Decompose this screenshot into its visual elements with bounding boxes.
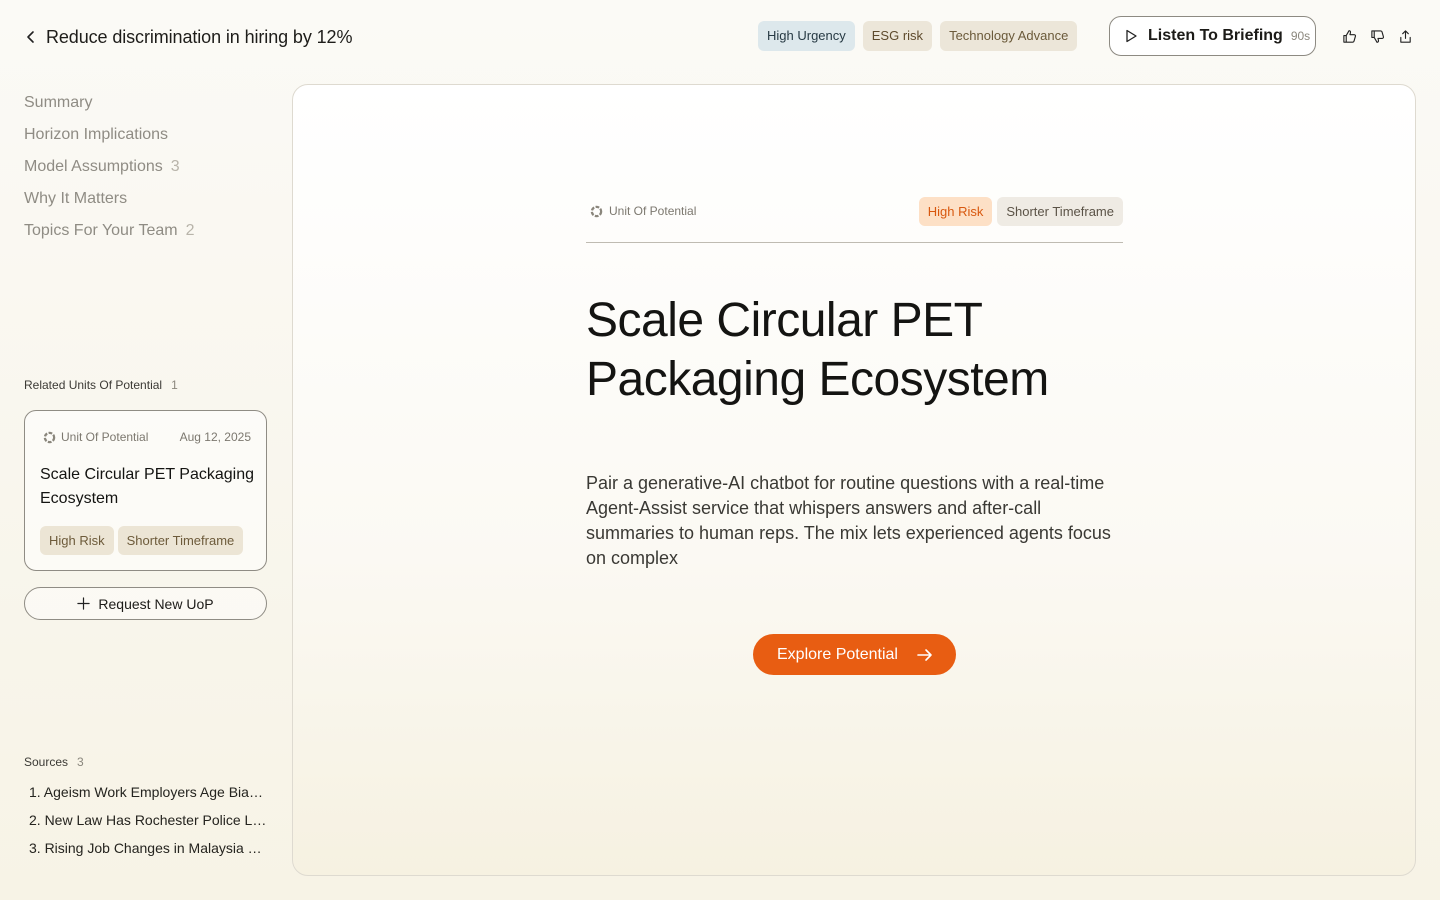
related-heading-label: Related Units Of Potential [24, 378, 163, 392]
listen-duration: 90s [1290, 29, 1311, 43]
uop-description: Pair a generative-AI chatbot for routine… [586, 473, 1111, 568]
sources-heading-label: Sources [24, 755, 69, 769]
share-icon [1399, 29, 1411, 43]
request-label: Request New UoP [98, 595, 214, 612]
source-link[interactable]: 1. Ageism Work Employers Age Bias Hiring [29, 781, 267, 809]
nav-horizon-implications[interactable]: Horizon Implications [24, 124, 194, 156]
sources-list: 1. Ageism Work Employers Age Bias Hiring… [29, 781, 267, 865]
play-icon [1126, 29, 1137, 43]
card-date: Aug 12, 2025 [179, 430, 251, 444]
nav-why-it-matters[interactable]: Why It Matters [24, 188, 194, 220]
card-meta: Unit Of Potential Aug 12, 2025 [43, 430, 251, 444]
nav-count: 2 [185, 222, 195, 239]
card-title: Scale Circular PET Packaging Ecosystem [40, 466, 255, 507]
related-count: 1 [171, 378, 178, 392]
share-button[interactable] [1397, 27, 1413, 45]
card-type-label: Unit Of Potential [61, 430, 149, 444]
technology-chip: Technology Advance [940, 21, 1078, 51]
listen-label: Listen To Briefing [1148, 27, 1283, 44]
risk-tag: High Risk [918, 197, 993, 226]
timeframe-tag: Shorter Timeframe [997, 197, 1123, 226]
timeframe-tag: Shorter Timeframe [117, 526, 244, 555]
explore-label: Explore Potential [777, 645, 898, 663]
nav-label: Model Assumptions [24, 158, 163, 175]
request-new-uop-button[interactable]: Request New UoP [24, 587, 267, 620]
panel-tags: High Risk Shorter Timeframe [918, 197, 1123, 226]
nav-summary[interactable]: Summary [24, 92, 194, 124]
panel-type-label: Unit Of Potential [609, 204, 697, 218]
panel-type: Unit Of Potential [590, 204, 696, 218]
source-link[interactable]: 3. Rising Job Changes in Malaysia Driven [29, 837, 267, 865]
sources-heading: Sources 3 [24, 755, 84, 769]
spark-ring-icon [590, 205, 603, 217]
card-tags: High Risk Shorter Timeframe [40, 526, 244, 555]
section-nav: Summary Horizon Implications Model Assum… [24, 92, 194, 252]
page-title: Reduce discrimination in hiring by 12% [46, 26, 353, 47]
nav-topics-for-your-team[interactable]: Topics For Your Team 2 [24, 220, 194, 252]
dislike-button[interactable] [1369, 27, 1385, 45]
like-button[interactable] [1341, 27, 1357, 45]
nav-model-assumptions[interactable]: Model Assumptions 3 [24, 156, 194, 188]
nav-label: Why It Matters [24, 190, 128, 207]
plus-icon [77, 597, 91, 610]
panel-meta-bar: Unit Of Potential High Risk Shorter Time… [586, 197, 1123, 243]
esg-chip: ESG risk [862, 21, 933, 51]
thumbs-down-icon [1370, 29, 1384, 43]
explore-potential-button[interactable]: Explore Potential [753, 634, 956, 675]
back-button[interactable]: Reduce discrimination in hiring by 12% [24, 24, 352, 50]
nav-label: Summary [24, 94, 93, 111]
uop-title: Scale Circular PET Packaging Ecosystem [586, 294, 1049, 406]
urgency-chip: High Urgency [758, 21, 855, 51]
nav-label: Horizon Implications [24, 126, 169, 143]
related-uop-card[interactable]: Unit Of Potential Aug 12, 2025 Scale Cir… [24, 410, 267, 571]
risk-tag: High Risk [40, 526, 114, 555]
source-link[interactable]: 2. New Law Has Rochester Police Looking [29, 809, 267, 837]
related-heading: Related Units Of Potential 1 [24, 378, 178, 392]
sources-count: 3 [77, 755, 84, 769]
chevron-left-icon [27, 31, 34, 43]
arrow-right-icon [917, 648, 932, 661]
header: Reduce discrimination in hiring by 12% H… [0, 0, 1440, 72]
thumbs-up-icon [1342, 29, 1356, 43]
listen-briefing-button[interactable]: Listen To Briefing 90s [1109, 16, 1316, 56]
feedback-actions [1341, 27, 1413, 45]
spark-ring-icon [43, 431, 56, 443]
uop-detail-panel: Unit Of Potential High Risk Shorter Time… [292, 84, 1416, 876]
nav-label: Topics For Your Team [24, 222, 178, 239]
card-type: Unit Of Potential [43, 430, 148, 444]
nav-count: 3 [170, 158, 180, 175]
header-chips: High Urgency ESG risk Technology Advance [758, 21, 1078, 51]
